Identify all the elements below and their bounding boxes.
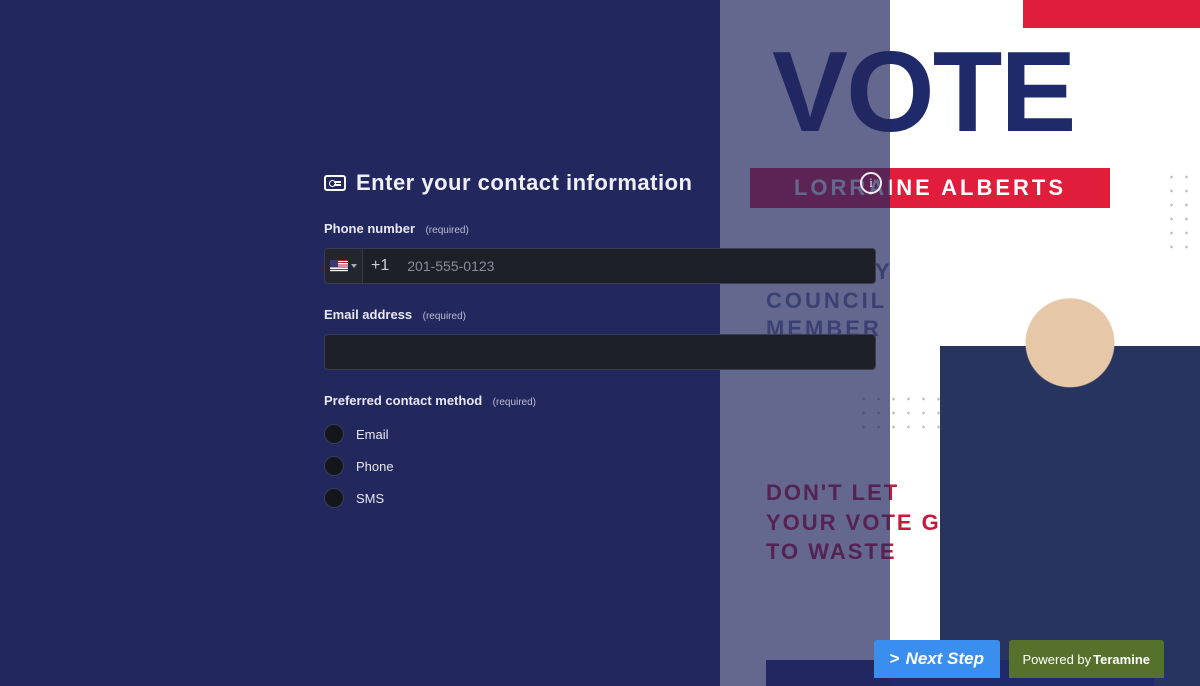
next-step-label: Next Step (906, 649, 984, 669)
radio-label: Phone (356, 459, 394, 474)
contact-method-required: (required) (493, 397, 536, 408)
phone-input-row: +1 (324, 248, 876, 284)
powered-by-link[interactable]: Powered by Teramine (1009, 640, 1165, 678)
phone-input[interactable] (397, 249, 875, 283)
phone-required: (required) (425, 225, 468, 236)
email-required: (required) (423, 311, 466, 322)
chevron-down-icon (351, 264, 357, 268)
contact-method-option-phone[interactable]: Phone (324, 456, 876, 476)
contact-form: Enter your contact information Phone num… (324, 170, 876, 630)
id-card-icon (324, 175, 346, 191)
powered-by-prefix: Powered by (1023, 652, 1092, 667)
flyer-red-accent (1023, 0, 1200, 28)
phone-label: Phone number (324, 221, 415, 236)
phone-field-block: Phone number (required) +1 (324, 220, 876, 284)
email-field-block: Email address (required) (324, 306, 876, 370)
contact-method-block: Preferred contact method (required) Emai… (324, 392, 876, 508)
email-label: Email address (324, 307, 412, 322)
powered-by-brand: Teramine (1093, 652, 1150, 667)
contact-method-radio-group: Email Phone SMS (324, 424, 876, 508)
flyer-dots-decor (1164, 170, 1200, 250)
form-heading: Enter your contact information (324, 170, 876, 196)
form-heading-text: Enter your contact information (356, 170, 692, 196)
country-code-selector[interactable] (325, 249, 363, 283)
radio-icon (324, 456, 344, 476)
chevron-right-icon: > (890, 649, 900, 669)
dial-prefix: +1 (363, 249, 397, 283)
contact-method-label: Preferred contact method (324, 393, 482, 408)
radio-label: Email (356, 427, 389, 442)
flyer-candidate-photo (940, 246, 1200, 686)
info-icon[interactable]: i (860, 172, 882, 194)
contact-method-option-email[interactable]: Email (324, 424, 876, 444)
email-input[interactable] (324, 334, 876, 370)
us-flag-icon (330, 260, 348, 272)
radio-icon (324, 424, 344, 444)
next-step-button[interactable]: > Next Step (874, 640, 1000, 678)
contact-method-option-sms[interactable]: SMS (324, 488, 876, 508)
radio-label: SMS (356, 491, 384, 506)
radio-icon (324, 488, 344, 508)
